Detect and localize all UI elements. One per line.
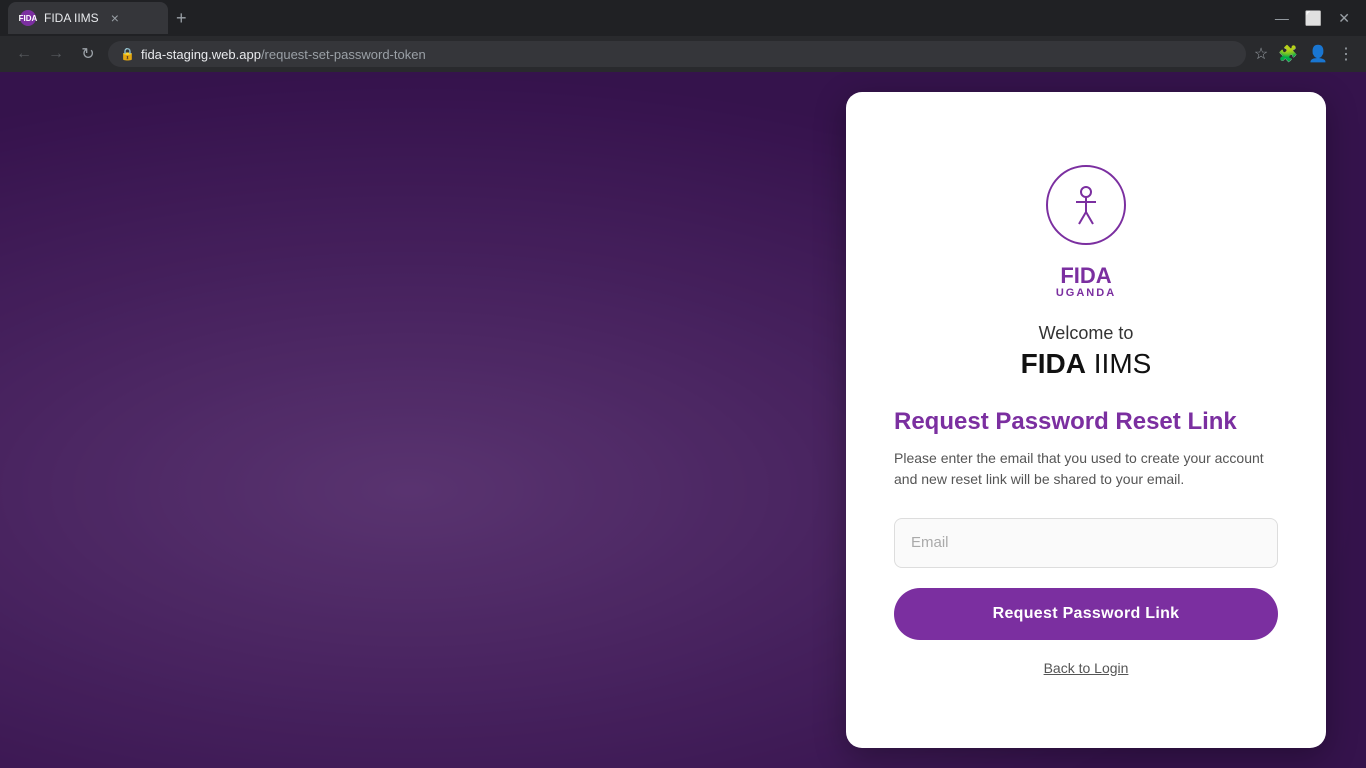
logo-fida-text: FIDA <box>1060 265 1111 287</box>
section-title: Request Password Reset Link <box>894 408 1278 436</box>
window-controls: — ⬜ ✕ <box>1275 10 1358 27</box>
profile-icon[interactable]: 👤 <box>1308 44 1328 64</box>
welcome-text: Welcome to <box>1039 323 1134 344</box>
back-to-login-link[interactable]: Back to Login <box>1044 660 1129 676</box>
request-password-link-button[interactable]: Request Password Link <box>894 588 1278 640</box>
section-description: Please enter the email that you used to … <box>894 448 1278 490</box>
address-bar[interactable]: 🔒 fida-staging.web.app/request-set-passw… <box>108 41 1246 67</box>
logo-text: FIDA UGANDA <box>1056 265 1116 299</box>
close-window-button[interactable]: ✕ <box>1338 10 1350 27</box>
nav-actions: ☆ 🧩 👤 ⋮ <box>1254 44 1354 64</box>
reset-password-card: FIDA UGANDA Welcome to FIDA IIMS Request… <box>846 92 1326 748</box>
tab-favicon: FIDA <box>20 10 36 26</box>
tab-title: FIDA IIMS <box>44 11 99 25</box>
logo-uganda-text: UGANDA <box>1056 287 1116 299</box>
nav-bar: ← → ↻ 🔒 fida-staging.web.app/request-set… <box>0 36 1366 72</box>
address-text: fida-staging.web.app/request-set-passwor… <box>141 47 426 62</box>
logo-circle <box>1046 165 1126 245</box>
extensions-icon[interactable]: 🧩 <box>1278 44 1298 64</box>
menu-icon[interactable]: ⋮ <box>1338 44 1354 64</box>
title-bar: FIDA FIDA IIMS × + — ⬜ ✕ <box>0 0 1366 36</box>
logo-svg <box>1061 180 1111 230</box>
new-tab-button[interactable]: + <box>176 8 187 29</box>
browser-chrome: FIDA FIDA IIMS × + — ⬜ ✕ ← → ↻ 🔒 fida-st… <box>0 0 1366 72</box>
minimize-button[interactable]: — <box>1275 10 1289 27</box>
page-content: FIDA UGANDA Welcome to FIDA IIMS Request… <box>0 72 1366 768</box>
bookmark-icon[interactable]: ☆ <box>1254 44 1268 64</box>
back-button[interactable]: ← <box>12 45 36 63</box>
address-path: /request-set-password-token <box>261 47 426 62</box>
reload-button[interactable]: ↻ <box>76 44 100 64</box>
forward-button[interactable]: → <box>44 45 68 63</box>
app-title: FIDA IIMS <box>1021 348 1152 380</box>
lock-icon: 🔒 <box>120 47 135 61</box>
email-input[interactable] <box>894 518 1278 568</box>
browser-tab[interactable]: FIDA FIDA IIMS × <box>8 2 168 34</box>
tab-close-button[interactable]: × <box>111 10 119 26</box>
maximize-button[interactable]: ⬜ <box>1305 10 1322 27</box>
app-title-bold: FIDA <box>1021 348 1086 379</box>
address-domain: fida-staging.web.app <box>141 47 261 62</box>
app-title-regular: IIMS <box>1086 348 1151 379</box>
